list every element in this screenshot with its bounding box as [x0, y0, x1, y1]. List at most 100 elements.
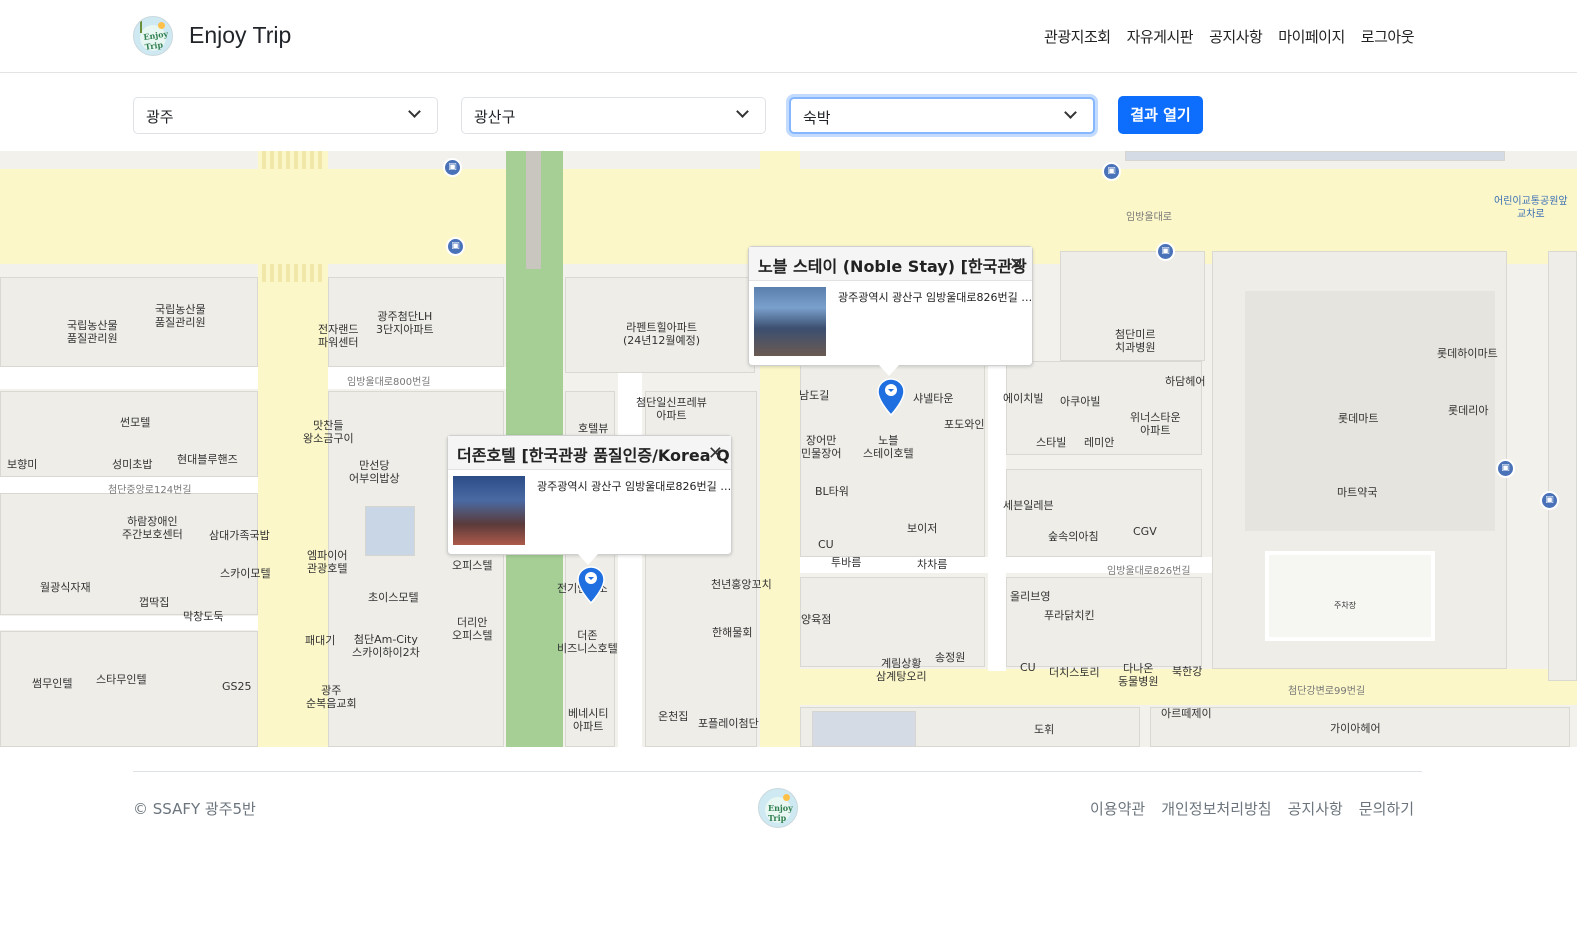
place-label[interactable]: 어린이교통공원앞 교차로 — [1494, 195, 1568, 221]
info-window[interactable]: 더존호텔 [한국관광 품질인증/Korea Quality] ✕ 광주광역시 광… — [447, 435, 732, 565]
place-label[interactable]: GS25 — [222, 680, 252, 693]
place-label[interactable]: 첨단미르 치과병원 — [1115, 328, 1155, 354]
content-type-select[interactable]: 숙박 — [789, 97, 1095, 134]
place-label[interactable]: 포도와인 — [944, 418, 984, 431]
location-marker-icon[interactable] — [577, 566, 605, 604]
place-label[interactable]: 호텔뷰 — [578, 422, 608, 435]
place-label[interactable]: 베네시티 아파트 — [568, 707, 608, 733]
open-results-button[interactable]: 결과 열기 — [1118, 96, 1203, 134]
place-label[interactable]: 차차름 — [917, 558, 947, 571]
place-label[interactable]: 롯데하이마트 — [1437, 347, 1498, 360]
nav-mypage[interactable]: 마이페이지 — [1278, 26, 1345, 47]
place-label[interactable]: 송정원 — [935, 651, 965, 664]
place-label[interactable]: 롯데마트 — [1338, 412, 1378, 425]
place-label[interactable]: 국립농산물 품질관리원 — [155, 303, 206, 329]
place-label[interactable]: 한해물회 — [712, 626, 752, 639]
footer-link-privacy[interactable]: 개인정보처리방침 — [1161, 798, 1271, 819]
place-label[interactable]: 계림상황 삼계탕오리 — [876, 657, 927, 683]
place-label[interactable]: 첨단일신프레뷰 아파트 — [636, 396, 707, 422]
place-label[interactable]: 스타무인텔 — [96, 673, 147, 686]
location-marker-icon[interactable] — [877, 378, 905, 416]
place-label[interactable]: 더리안 오피스텔 — [452, 616, 492, 642]
place-label[interactable]: 패대기 — [305, 634, 335, 647]
place-label[interactable]: 푸라닭치킨 — [1044, 609, 1095, 622]
place-label[interactable]: CGV — [1133, 525, 1157, 538]
place-label[interactable]: 더존 비즈니스호텔 — [557, 629, 618, 655]
place-label[interactable]: 보이저 — [907, 522, 937, 535]
place-label[interactable]: 월광식자재 — [40, 581, 91, 594]
place-label[interactable]: CU — [1020, 661, 1036, 674]
place-label[interactable]: 에이치빌 — [1003, 392, 1043, 405]
place-label[interactable]: 아쿠아빌 — [1060, 395, 1100, 408]
place-label[interactable]: 하담헤어 — [1165, 375, 1205, 388]
bus-stop-icon[interactable]: ▣ — [1496, 459, 1515, 478]
place-label[interactable]: 장어만 민물장어 — [801, 434, 841, 460]
bus-stop-icon[interactable]: ▣ — [443, 158, 462, 177]
close-icon[interactable]: ✕ — [1009, 254, 1024, 275]
place-label[interactable]: 숲속의아침 — [1048, 530, 1099, 543]
place-label[interactable]: 노블 스테이호텔 — [863, 434, 914, 460]
place-label[interactable]: 라펜트힐아파트 (24년12월예정) — [623, 321, 700, 347]
place-label[interactable]: 북한강 — [1172, 665, 1202, 678]
info-window[interactable]: 노블 스테이 (Noble Stay) [한국관광 품질인증/Korea Qua… — [748, 246, 1033, 376]
place-label[interactable]: 레미안 — [1084, 436, 1114, 449]
nav-board[interactable]: 자유게시판 — [1127, 26, 1194, 47]
nav-logout[interactable]: 로그아웃 — [1361, 26, 1415, 47]
place-label[interactable]: 가이아헤어 — [1330, 722, 1381, 735]
place-label[interactable]: 올리브영 — [1010, 590, 1050, 603]
footer-link-terms[interactable]: 이용약관 — [1090, 798, 1145, 819]
place-label[interactable]: 천년홍앙꼬치 — [711, 578, 772, 591]
map[interactable]: 임방울대로 임방울대로800번길 첨단중앙로124번길 임방울대로826번길 첨… — [0, 151, 1577, 747]
bus-stop-icon[interactable]: ▣ — [1102, 162, 1121, 181]
place-label[interactable]: 성미초밥 — [112, 458, 152, 471]
place-label[interactable]: 만선당 어부의밥상 — [349, 459, 400, 485]
gugun-select[interactable]: 광산구 — [461, 97, 766, 134]
place-label[interactable]: 하람장애인 주간보호센터 — [122, 515, 183, 541]
place-label[interactable]: 초이스모텔 — [368, 591, 419, 604]
place-label[interactable]: 롯데리아 — [1448, 404, 1488, 417]
place-label[interactable]: 주차장 — [1334, 599, 1356, 612]
footer-link-notice[interactable]: 공지사항 — [1288, 798, 1343, 819]
place-label[interactable]: 막창도둑 — [183, 610, 223, 623]
place-label[interactable]: 국립농산물 품질관리원 — [67, 319, 118, 345]
place-label[interactable]: 위너스타운 아파트 — [1130, 411, 1181, 437]
place-label[interactable]: 남도길 — [799, 389, 829, 402]
footer-logo[interactable]: Enjoy Trip — [758, 788, 798, 828]
place-label[interactable]: 맛찬들 왕소금구이 — [303, 419, 354, 445]
bus-stop-icon[interactable]: ▣ — [1156, 242, 1175, 261]
place-label[interactable]: 전자랜드 파워센터 — [318, 323, 358, 349]
place-label[interactable]: 삼대가족국밥 — [209, 529, 270, 542]
bus-stop-icon[interactable]: ▣ — [1540, 491, 1559, 510]
place-label[interactable]: 세븐일레븐 — [1003, 499, 1054, 512]
brand-title[interactable]: Enjoy Trip — [189, 22, 291, 49]
place-label[interactable]: 더치스토리 — [1049, 666, 1100, 679]
place-label[interactable]: 첨단Am-City 스카이하이2차 — [352, 633, 420, 659]
place-label[interactable]: 투바름 — [831, 556, 861, 569]
place-label[interactable]: 포플레이첨단 — [698, 717, 759, 730]
place-label[interactable]: 온천집 — [658, 710, 688, 723]
place-label[interactable]: 양육점 — [801, 613, 831, 626]
place-label[interactable]: 엠파이어 관광호텔 — [307, 549, 347, 575]
place-label[interactable]: 현대블루핸즈 — [177, 453, 238, 466]
place-label[interactable]: 광주 순복음교회 — [306, 684, 357, 710]
bus-stop-icon[interactable]: ▣ — [446, 237, 465, 256]
place-label[interactable]: 스타빌 — [1036, 436, 1066, 449]
close-icon[interactable]: ✕ — [708, 443, 723, 464]
place-label[interactable]: 스카이모텔 — [220, 567, 271, 580]
place-label[interactable]: 썬모텔 — [120, 416, 150, 429]
place-label[interactable]: 껍딱집 — [139, 596, 169, 609]
place-label[interactable]: 썸무인텔 — [32, 677, 72, 690]
place-label[interactable]: 도휘 — [1034, 723, 1054, 736]
nav-attractions[interactable]: 관광지조회 — [1044, 26, 1111, 47]
place-label[interactable]: 아르떼제이 — [1161, 707, 1212, 720]
logo[interactable]: Enjoy Trip — [133, 16, 173, 56]
place-label[interactable]: 보향미 — [7, 458, 37, 471]
place-label[interactable]: 다나온 동물병원 — [1118, 662, 1158, 688]
place-label[interactable]: 광주첨단LH 3단지아파트 — [376, 310, 434, 336]
footer-link-contact[interactable]: 문의하기 — [1359, 798, 1414, 819]
place-label[interactable]: 마트약국 — [1337, 486, 1377, 499]
sido-select[interactable]: 광주 — [133, 97, 438, 134]
place-label[interactable]: 오피스텔 — [452, 559, 492, 572]
place-label[interactable]: CU — [818, 538, 834, 551]
nav-notice[interactable]: 공지사항 — [1209, 26, 1263, 47]
